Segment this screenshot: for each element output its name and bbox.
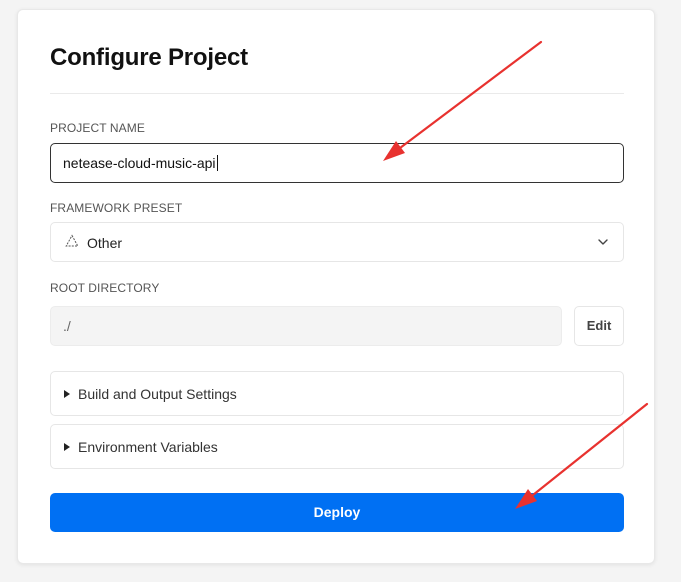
framework-preset-select[interactable]: Other bbox=[50, 222, 624, 262]
environment-variables-toggle[interactable]: Environment Variables bbox=[50, 424, 624, 469]
expand-triangle-icon bbox=[64, 443, 70, 451]
build-output-settings-label: Build and Output Settings bbox=[78, 386, 237, 402]
environment-variables-label: Environment Variables bbox=[78, 439, 218, 455]
build-output-settings-toggle[interactable]: Build and Output Settings bbox=[50, 371, 624, 416]
text-caret bbox=[216, 155, 218, 171]
framework-preset-label: FRAMEWORK PRESET bbox=[50, 201, 183, 215]
project-name-value: netease-cloud-music-api bbox=[63, 155, 216, 171]
root-directory-label: ROOT DIRECTORY bbox=[50, 281, 160, 295]
page-title: Configure Project bbox=[50, 44, 248, 71]
root-directory-field: ./ bbox=[50, 306, 562, 346]
configure-project-card: Configure Project PROJECT NAME netease-c… bbox=[17, 9, 655, 564]
project-name-label: PROJECT NAME bbox=[50, 121, 145, 135]
project-name-input[interactable]: netease-cloud-music-api bbox=[50, 143, 624, 183]
chevron-down-icon bbox=[598, 239, 608, 245]
triangle-outline-icon bbox=[65, 234, 79, 247]
expand-triangle-icon bbox=[64, 390, 70, 398]
edit-root-directory-button[interactable]: Edit bbox=[574, 306, 624, 346]
deploy-button[interactable]: Deploy bbox=[50, 493, 624, 532]
title-divider bbox=[50, 93, 624, 94]
framework-preset-value: Other bbox=[87, 235, 123, 251]
